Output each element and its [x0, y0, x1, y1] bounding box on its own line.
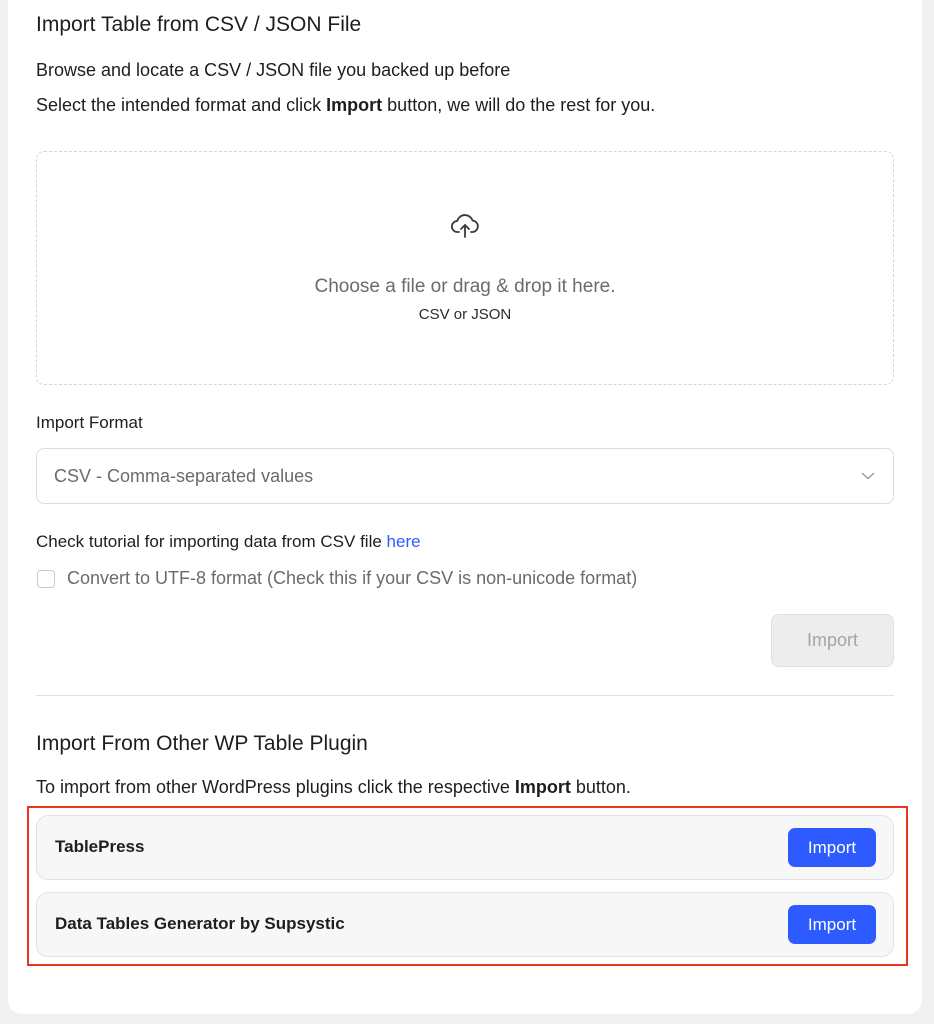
instructions-text-start: Select the intended format and click	[36, 95, 327, 115]
import-card: Import Table from CSV / JSON File Browse…	[8, 0, 922, 1014]
instructions-bold-import: Import	[326, 95, 383, 115]
csv-import-instructions: Select the intended format and click Imp…	[36, 95, 655, 116]
import-format-value: CSV - Comma-separated values	[54, 466, 314, 486]
plugin-desc-end: button.	[570, 777, 631, 797]
csv-import-title: Import Table from CSV / JSON File	[36, 13, 362, 36]
dropzone-file-types: CSV or JSON	[418, 306, 512, 323]
plugin-import-description: To import from other WordPress plugins c…	[36, 777, 631, 798]
dropzone-main-text: Choose a file or drag & drop it here.	[314, 276, 616, 297]
instructions-text-end: button, we will do the rest for you.	[382, 95, 656, 115]
plugin-row-tablepress: TablePress Import	[36, 815, 894, 880]
plugin-desc-bold-import: Import	[514, 777, 571, 797]
cloud-upload-icon	[451, 214, 479, 238]
file-dropzone[interactable]: Choose a file or drag & drop it here. CS…	[36, 151, 894, 385]
tablepress-import-button[interactable]: Import	[788, 828, 876, 867]
import-format-label: Import Format	[36, 413, 143, 432]
tutorial-text-label: Check tutorial for importing data from C…	[36, 532, 387, 551]
utf8-checkbox[interactable]	[37, 570, 55, 588]
tutorial-text: Check tutorial for importing data from C…	[36, 532, 421, 552]
section-divider	[36, 695, 894, 696]
csv-import-description: Browse and locate a CSV / JSON file you …	[36, 60, 511, 80]
plugin-name: Data Tables Generator by Supsystic	[55, 914, 345, 933]
plugin-row-supsystic: Data Tables Generator by Supsystic Impor…	[36, 892, 894, 957]
plugin-import-title: Import From Other WP Table Plugin	[36, 732, 368, 755]
utf8-checkbox-label[interactable]: Convert to UTF-8 format (Check this if y…	[67, 568, 637, 589]
tutorial-link[interactable]: here	[387, 532, 421, 551]
plugin-name: TablePress	[55, 837, 145, 856]
chevron-down-icon	[861, 472, 875, 480]
supsystic-import-button[interactable]: Import	[788, 905, 876, 944]
plugin-desc-start: To import from other WordPress plugins c…	[36, 777, 515, 797]
import-format-select[interactable]: CSV - Comma-separated values	[36, 448, 894, 504]
csv-import-button[interactable]: Import	[771, 614, 894, 667]
